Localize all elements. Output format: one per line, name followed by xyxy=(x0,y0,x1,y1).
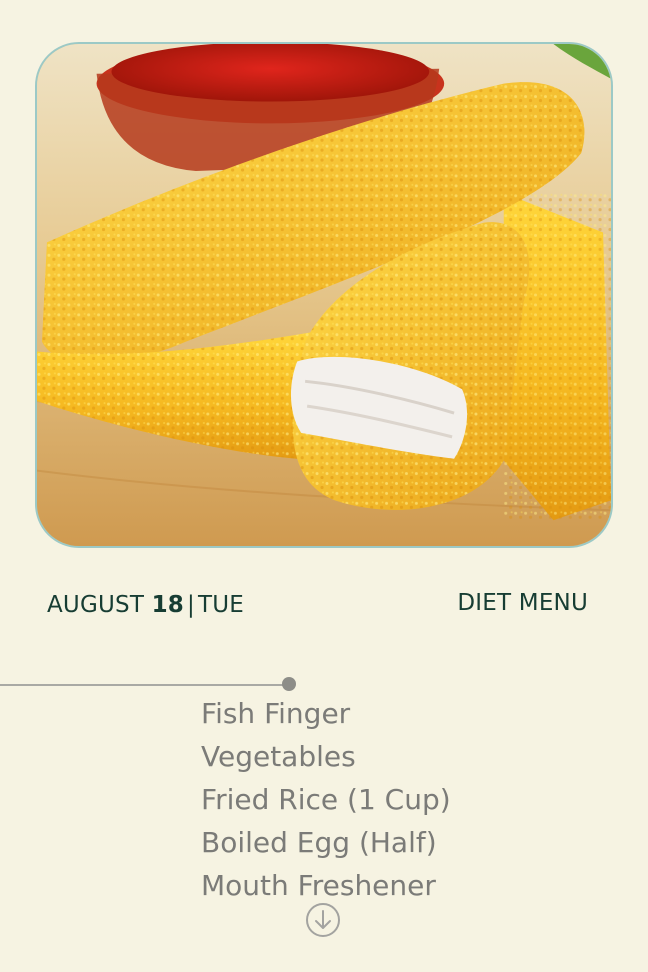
menu-date: AUGUST 18 | TUE xyxy=(47,590,244,620)
date-month: AUGUST xyxy=(47,592,145,618)
date-weekday: TUE xyxy=(197,592,244,618)
arrow-down-circle-icon[interactable] xyxy=(305,902,341,938)
divider-dot xyxy=(282,677,296,691)
menu-item: Vegetables xyxy=(201,740,356,773)
divider-line xyxy=(0,684,288,686)
fish-finger-illustration xyxy=(37,44,611,546)
diet-menu-list: Fish Finger Vegetables Fried Rice (1 Cup… xyxy=(201,692,451,907)
menu-item: Mouth Freshener xyxy=(201,869,436,902)
menu-item: Boiled Egg (Half) xyxy=(201,826,437,859)
date-day: 18 xyxy=(151,592,185,618)
date-separator: | xyxy=(187,592,195,618)
menu-item: Fried Rice (1 Cup) xyxy=(201,783,451,816)
diet-menu-title: DIET MENU xyxy=(457,590,588,616)
hero-food-image xyxy=(35,42,613,548)
menu-item: Fish Finger xyxy=(201,697,351,730)
